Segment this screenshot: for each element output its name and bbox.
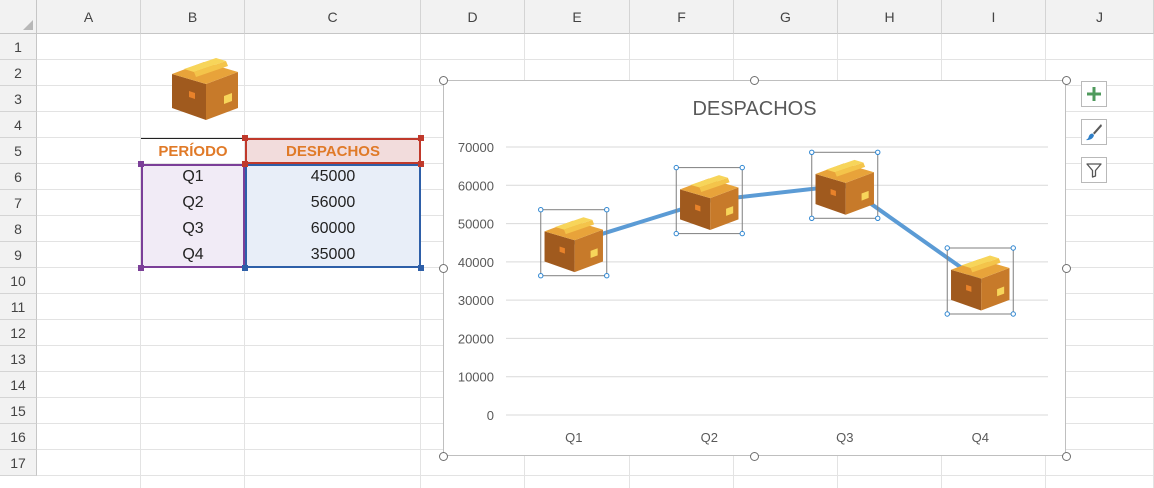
column-header-g[interactable]: G — [734, 0, 838, 34]
row-header-6[interactable]: 6 — [0, 164, 37, 190]
row-header-10[interactable]: 10 — [0, 268, 37, 294]
marker-selection-handle[interactable] — [809, 149, 815, 155]
range-corner-handle[interactable] — [242, 135, 248, 141]
column-header-c[interactable]: C — [245, 0, 421, 34]
chart-resize-handle[interactable] — [1061, 263, 1071, 273]
brush-icon — [1086, 124, 1102, 141]
row-header-13[interactable]: 13 — [0, 346, 37, 372]
row-header-5[interactable]: 5 — [0, 138, 37, 164]
gridline-horizontal — [37, 475, 1154, 476]
chart-styles-button[interactable] — [1081, 119, 1107, 145]
y-tick-label: 30000 — [458, 293, 494, 308]
x-tick-label: Q1 — [565, 430, 582, 445]
chart-filters-button[interactable] — [1081, 157, 1107, 183]
row-header-8[interactable]: 8 — [0, 216, 37, 242]
marker-selection-handle[interactable] — [604, 273, 610, 279]
chart-resize-handle[interactable] — [1061, 75, 1071, 85]
row-header-9[interactable]: 9 — [0, 242, 37, 268]
range-corner-handle[interactable] — [138, 161, 144, 167]
category-range-highlight — [141, 164, 245, 268]
row-header-2[interactable]: 2 — [0, 60, 37, 86]
values-range-highlight — [245, 164, 421, 268]
marker-selection-handle[interactable] — [809, 215, 815, 221]
chart-resize-handle[interactable] — [438, 263, 448, 273]
range-corner-handle[interactable] — [242, 161, 248, 167]
data-point-box-marker[interactable] — [538, 207, 610, 279]
y-tick-label: 50000 — [458, 217, 494, 232]
chart-plot-area: 0 10000 20000 30000 40000 50000 60000 70000 Q1 Q2… — [458, 140, 1048, 445]
marker-selection-handle[interactable] — [538, 273, 544, 279]
y-tick-label: 70000 — [458, 140, 494, 155]
column-header-i[interactable]: I — [942, 0, 1046, 34]
box-icon — [170, 58, 240, 124]
series-name-range-highlight — [245, 138, 421, 164]
chart-resize-handle[interactable] — [438, 75, 448, 85]
range-corner-handle[interactable] — [242, 265, 248, 271]
marker-selection-handle[interactable] — [944, 311, 950, 317]
chart-resize-handle[interactable] — [750, 75, 759, 85]
filter-icon — [1086, 163, 1102, 178]
marker-selection-handle[interactable] — [538, 207, 544, 213]
range-corner-handle[interactable] — [418, 135, 424, 141]
chart-resize-handle[interactable] — [438, 451, 448, 461]
select-all-corner[interactable] — [0, 0, 37, 34]
y-tick-label: 40000 — [458, 255, 494, 270]
box-picture[interactable] — [170, 58, 240, 120]
marker-selection-handle[interactable] — [739, 164, 745, 171]
marker-selection-handle[interactable] — [1010, 245, 1016, 251]
range-corner-handle[interactable] — [418, 161, 424, 167]
row-header-1[interactable]: 1 — [0, 34, 37, 60]
marker-selection-handle[interactable] — [1010, 311, 1016, 317]
series-line[interactable] — [571, 183, 983, 283]
data-point-box-marker[interactable] — [673, 164, 745, 237]
row-header-3[interactable]: 3 — [0, 86, 37, 112]
column-header-h[interactable]: H — [838, 0, 942, 34]
chart-resize-handle[interactable] — [1061, 451, 1071, 461]
row-header-12[interactable]: 12 — [0, 320, 37, 346]
y-tick-label: 0 — [487, 408, 494, 423]
line-chart[interactable]: DESPACHOS 0 10000 20000 30000 40000 50000 6000… — [443, 80, 1066, 456]
row-header-15[interactable]: 15 — [0, 398, 37, 424]
y-tick-label: 10000 — [458, 370, 494, 385]
row-header-11[interactable]: 11 — [0, 294, 37, 320]
marker-selection-handle[interactable] — [944, 245, 950, 251]
row-header-17[interactable]: 17 — [0, 450, 37, 476]
marker-selection-handle[interactable] — [875, 149, 881, 155]
column-header-b[interactable]: B — [141, 0, 245, 34]
marker-selection-handle[interactable] — [673, 230, 679, 237]
plus-icon — [1087, 87, 1101, 101]
column-header-f[interactable]: F — [630, 0, 734, 34]
column-header-e[interactable]: E — [525, 0, 630, 34]
row-header-7[interactable]: 7 — [0, 190, 37, 216]
range-corner-handle[interactable] — [418, 265, 424, 271]
y-tick-label: 20000 — [458, 331, 494, 346]
y-tick-label: 60000 — [458, 178, 494, 193]
chart-elements-button[interactable] — [1081, 81, 1107, 107]
x-tick-label: Q3 — [836, 430, 853, 445]
marker-selection-handle[interactable] — [875, 215, 881, 221]
row-header-14[interactable]: 14 — [0, 372, 37, 398]
column-header-j[interactable]: J — [1046, 0, 1154, 34]
marker-selection-handle[interactable] — [673, 164, 679, 171]
x-tick-label: Q2 — [701, 430, 718, 445]
column-header-a[interactable]: A — [37, 0, 141, 34]
data-point-box-marker[interactable] — [944, 245, 1016, 317]
period-header[interactable]: PERÍODO — [141, 138, 245, 164]
marker-selection-handle[interactable] — [604, 207, 610, 213]
range-corner-handle[interactable] — [138, 265, 144, 271]
row-header-4[interactable]: 4 — [0, 112, 37, 138]
column-header-d[interactable]: D — [421, 0, 525, 34]
x-tick-label: Q4 — [972, 430, 989, 445]
chart-resize-handle[interactable] — [750, 451, 759, 461]
data-point-box-marker[interactable] — [809, 149, 881, 221]
marker-selection-handle[interactable] — [739, 230, 745, 237]
row-header-16[interactable]: 16 — [0, 424, 37, 450]
